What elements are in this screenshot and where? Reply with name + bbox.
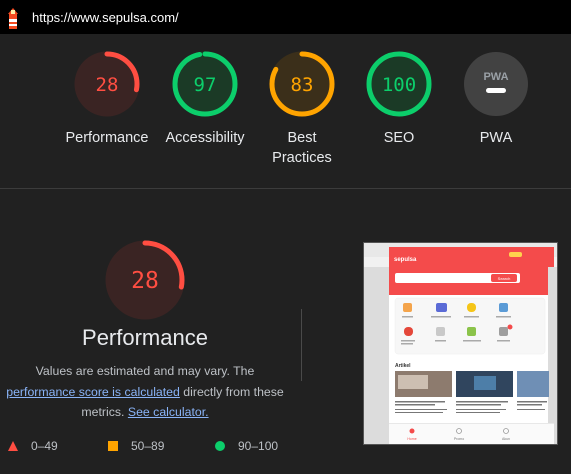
pwa-badge-icon: PWA (464, 52, 528, 116)
gauge-label: SEO (383, 130, 415, 146)
gauge-score: 100 (382, 74, 416, 96)
big-gauge-score: 28 (131, 268, 159, 294)
circle-icon (215, 441, 225, 451)
gauge-score: 28 (96, 74, 119, 96)
gauge-pwa[interactable]: PWA PWA (446, 50, 546, 148)
screenshot-image: sepulsa Search Artikel Home Promo Akun (364, 243, 557, 444)
page-url[interactable]: https://www.sepulsa.com/ (32, 10, 179, 25)
gauge-accessibility[interactable]: 97 Accessibility (155, 50, 255, 148)
gauge-seo-ring: 100 (366, 51, 432, 117)
gauge-label: Accessibility (165, 130, 245, 146)
triangle-icon (8, 441, 18, 451)
legend-average: 50–89 (107, 439, 164, 453)
see-calculator-link[interactable]: See calculator. (128, 405, 209, 419)
legend-range: 0–49 (31, 439, 58, 453)
gauge-label: Best Practices (272, 130, 332, 166)
gauge-best-practices-ring: 83 (269, 51, 335, 117)
legend-fail: 0–49 (7, 439, 58, 453)
page-screenshot-thumbnail[interactable]: sepulsa Search Artikel Home Promo Akun (363, 242, 558, 445)
gauge-label: PWA (479, 130, 513, 146)
screenshot-nav-promo: Promo (454, 437, 464, 441)
legend-pass: 90–100 (214, 439, 278, 453)
screenshot-search-button: Search (498, 276, 511, 281)
pwa-badge-text: PWA (483, 71, 508, 83)
performance-score-link[interactable]: performance score is calculated (6, 385, 180, 399)
gauge-performance-ring: 28 (74, 51, 140, 117)
screenshot-articles-heading: Artikel (395, 363, 411, 369)
gauge-score: 97 (194, 74, 217, 96)
lighthouse-logo-icon (8, 8, 18, 29)
legend-range: 50–89 (131, 439, 165, 453)
gauge-best-practices[interactable]: 83 Best Practices (252, 50, 352, 168)
legend-range: 90–100 (238, 439, 279, 453)
category-gauges: 28 Performance 97 Accessibility 83 Best … (0, 34, 571, 188)
desc-text-1: Values are estimated and may vary. The (35, 364, 255, 378)
performance-section: 28 Performance Values are estimated and … (0, 189, 290, 474)
gauge-seo[interactable]: 100 SEO (349, 50, 449, 148)
screenshot-nav-home: Home (407, 437, 416, 441)
gauge-label: Performance (65, 130, 149, 146)
square-icon (108, 441, 118, 451)
performance-big-gauge: 28 (105, 240, 185, 320)
gauge-score: 83 (291, 74, 314, 96)
screenshot-brand: sepulsa (394, 257, 417, 263)
screenshot-nav-account: Akun (502, 437, 510, 441)
url-bar: https://www.sepulsa.com/ (0, 0, 571, 34)
gauge-performance[interactable]: 28 Performance (57, 50, 157, 148)
performance-description: Values are estimated and may vary. The p… (0, 361, 290, 423)
gauge-accessibility-ring: 97 (172, 51, 238, 117)
performance-title: Performance (82, 325, 208, 350)
vertical-divider (301, 309, 302, 381)
